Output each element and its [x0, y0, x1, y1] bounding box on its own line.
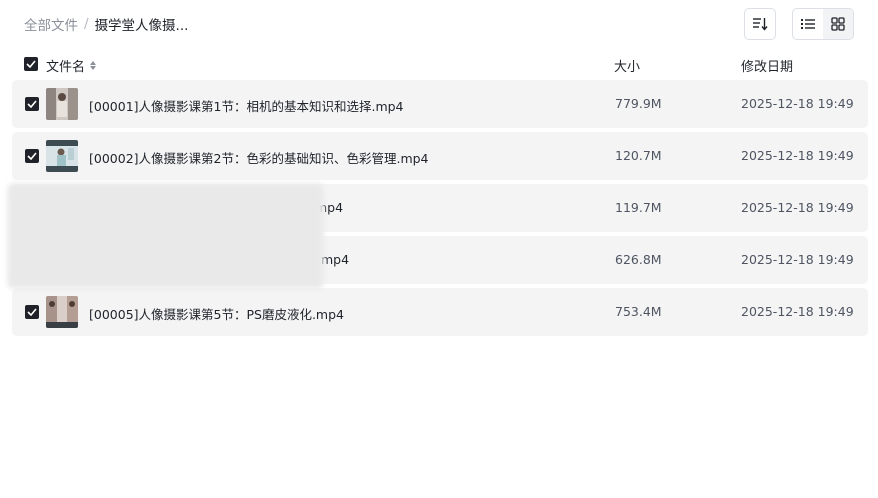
breadcrumb-separator: /: [84, 16, 89, 32]
video-thumbnail: [46, 140, 78, 172]
breadcrumb-root-link[interactable]: 全部文件: [24, 14, 78, 34]
list-view-icon: [801, 19, 815, 29]
file-name[interactable]: [00001]人像摄影课第1节：相机的基本知识和选择.mp4: [89, 96, 404, 115]
sort-toggle-icon: [90, 61, 97, 70]
sort-list-icon: [753, 18, 768, 31]
breadcrumb-current-folder: 摄学堂人像摄...: [94, 18, 189, 34]
video-thumbnail: [46, 296, 78, 328]
checkmark-icon: [26, 60, 36, 68]
file-date: 2025-12-18 19:49: [741, 304, 854, 319]
privacy-blur-overlay: [10, 186, 321, 286]
video-thumbnail: [46, 88, 78, 120]
file-date: 2025-12-18 19:49: [741, 200, 854, 215]
file-size: 120.7M: [615, 148, 662, 163]
file-row[interactable]: [00005]人像摄影课第5节：PS磨皮液化.mp4 753.4M 2025-1…: [12, 288, 868, 336]
file-date: 2025-12-18 19:49: [741, 252, 854, 267]
breadcrumb: 全部文件 / 摄学堂人像摄...: [24, 14, 188, 34]
file-name[interactable]: [00002]人像摄影课第2节：色彩的基础知识、色彩管理.mp4: [89, 148, 429, 167]
select-all-checkbox[interactable]: [24, 57, 38, 71]
row-checkbox[interactable]: [25, 149, 39, 163]
view-toggle-group: [792, 8, 854, 40]
size-column-header: 大小: [614, 60, 641, 75]
list-view-button[interactable]: [793, 9, 823, 39]
row-checkbox[interactable]: [25, 97, 39, 111]
row-checkbox[interactable]: [25, 305, 39, 319]
file-size: 753.4M: [615, 304, 662, 319]
checkmark-icon: [27, 100, 37, 108]
file-list-header: 文件名 大小 修改日期: [12, 52, 868, 76]
grid-view-button[interactable]: [823, 9, 853, 39]
file-row[interactable]: [00002]人像摄影课第2节：色彩的基础知识、色彩管理.mp4 120.7M …: [12, 132, 868, 180]
file-row[interactable]: [00001]人像摄影课第1节：相机的基本知识和选择.mp4 779.9M 20…: [12, 80, 868, 128]
date-column-header: 修改日期: [741, 60, 794, 75]
grid-view-icon: [831, 17, 845, 31]
name-column-header[interactable]: 文件名: [46, 56, 97, 75]
sort-button[interactable]: [744, 8, 776, 40]
file-date: 2025-12-18 19:49: [741, 148, 854, 163]
name-column-label: 文件名: [46, 60, 86, 75]
checkmark-icon: [27, 308, 37, 316]
checkmark-icon: [27, 152, 37, 160]
file-size: 779.9M: [615, 96, 662, 111]
file-size: 626.8M: [615, 252, 662, 267]
file-name[interactable]: mp4: [321, 252, 349, 267]
file-name[interactable]: [00005]人像摄影课第5节：PS磨皮液化.mp4: [89, 304, 344, 323]
file-size: 119.7M: [615, 200, 662, 215]
file-date: 2025-12-18 19:49: [741, 96, 854, 111]
